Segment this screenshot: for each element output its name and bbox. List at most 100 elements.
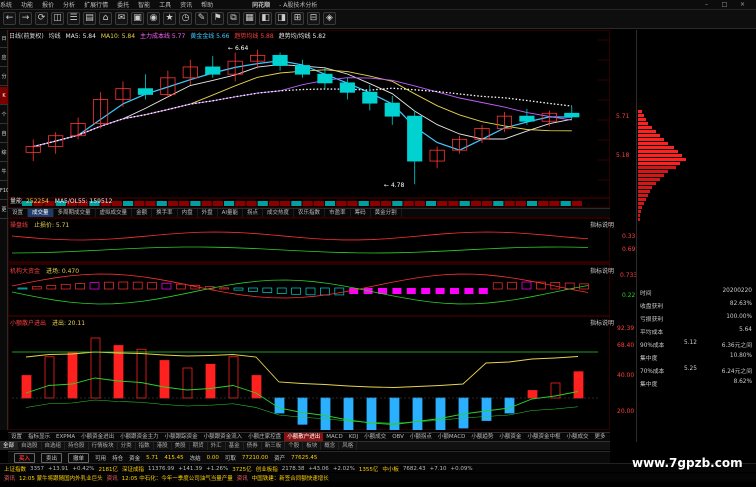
side-tab-2[interactable]: 分时图 bbox=[0, 68, 8, 86]
bottom-tab-10[interactable]: KDJ bbox=[346, 433, 361, 441]
toolbar-button-9[interactable]: ◉ bbox=[147, 12, 160, 25]
ticker-name-3[interactable]: 中小板 bbox=[382, 465, 399, 473]
sheet-tab-5[interactable]: 分类 bbox=[118, 442, 136, 450]
sheet-tab-8[interactable]: 美股 bbox=[172, 442, 190, 450]
panel4-help[interactable]: 指标说明 bbox=[590, 318, 614, 327]
news-item-2[interactable]: 中国铁建：新签合同额快速增长 bbox=[252, 474, 329, 482]
ticker-name-1[interactable]: 深证成指 bbox=[122, 465, 144, 473]
menu-item-3[interactable]: 分析 bbox=[63, 0, 75, 9]
bottom-tab-19[interactable]: 更多 bbox=[591, 433, 608, 441]
indicator-tab-0[interactable]: 设置 bbox=[8, 209, 29, 217]
toolbar-button-6[interactable]: ⌂ bbox=[99, 12, 112, 25]
menu-item-0[interactable]: 系统 bbox=[0, 0, 12, 9]
toolbar-button-12[interactable]: ✎ bbox=[195, 12, 208, 25]
indicator-tab-11[interactable]: 农乐指数 bbox=[294, 209, 326, 217]
side-tab-7[interactable]: 牛叉诊股 bbox=[0, 163, 8, 181]
menu-item-4[interactable]: 扩展行情 bbox=[84, 0, 108, 9]
indicator-tab-4[interactable]: 金额 bbox=[132, 209, 153, 217]
menu-item-1[interactable]: 功能 bbox=[21, 0, 33, 9]
sheet-tab-6[interactable]: 指数 bbox=[136, 442, 154, 450]
news-item-0[interactable]: 12:05 蒙牛将跟随国内外乳业巨头 bbox=[19, 474, 103, 482]
toolbar-button-5[interactable]: ▤ bbox=[83, 12, 96, 25]
toolbar-button-14[interactable]: ⧉ bbox=[227, 12, 240, 25]
side-tab-6[interactable]: 综合排名 bbox=[0, 144, 8, 162]
sheet-tab-16[interactable]: 概念 bbox=[321, 442, 340, 450]
bottom-tab-5[interactable]: 小额跟踪资金 bbox=[162, 433, 201, 441]
close-icon[interactable]: × bbox=[738, 1, 747, 9]
side-tab-3[interactable]: K线图 bbox=[0, 87, 8, 105]
minimize-icon[interactable]: – bbox=[702, 1, 711, 9]
indicator-tab-6[interactable]: 内盘 bbox=[178, 209, 198, 217]
toolbar-button-16[interactable]: ◧ bbox=[259, 12, 272, 25]
sheet-tab-12[interactable]: 债券 bbox=[244, 442, 262, 450]
toolbar-button-10[interactable]: ★ bbox=[163, 12, 176, 25]
toolbar-button-8[interactable]: ▣ bbox=[131, 12, 144, 25]
sheet-tab-11[interactable]: 基金 bbox=[226, 442, 244, 450]
indicator-tab-2[interactable]: 多周期成交量 bbox=[54, 209, 96, 217]
menu-item-2[interactable]: 报价 bbox=[42, 0, 54, 9]
side-tab-5[interactable]: 自选股 bbox=[0, 125, 8, 143]
menu-item-5[interactable]: 委托 bbox=[117, 0, 129, 9]
menu-item-7[interactable]: 工具 bbox=[159, 0, 171, 9]
toolbar-button-0[interactable]: ← bbox=[3, 12, 16, 25]
side-tab-8[interactable]: F10 bbox=[0, 182, 8, 200]
indicator-tab-9[interactable]: 拐点 bbox=[243, 209, 264, 217]
ticker-name-0[interactable]: 上证指数 bbox=[4, 465, 26, 473]
indicator-tab-7[interactable]: 外盘 bbox=[198, 209, 218, 217]
toolbar-button-19[interactable]: ⊟ bbox=[307, 12, 320, 25]
sheet-tab-3[interactable]: 持仓股 bbox=[65, 442, 89, 450]
bottom-tab-15[interactable]: 小额趋势 bbox=[468, 433, 496, 441]
menu-item-8[interactable]: 资讯 bbox=[180, 0, 192, 9]
toolbar-button-4[interactable]: ☰ bbox=[67, 12, 80, 25]
bottom-tab-9[interactable]: MACD bbox=[323, 433, 346, 441]
indicator-tab-13[interactable]: 筹码 bbox=[351, 209, 371, 217]
toolbar-button-7[interactable]: ✉ bbox=[115, 12, 128, 25]
sheet-tab-4[interactable]: 行情板块 bbox=[89, 442, 118, 450]
sheet-tab-15[interactable]: 板块 bbox=[303, 442, 322, 450]
sheet-tab-9[interactable]: 期货 bbox=[190, 442, 208, 450]
indicator-tab-5[interactable]: 换手率 bbox=[152, 209, 178, 217]
bottom-tab-13[interactable]: 小额拐点 bbox=[407, 433, 435, 441]
sheet-tab-2[interactable]: 自选组 bbox=[42, 442, 66, 450]
indicator-tab-1[interactable]: 成交量 bbox=[28, 209, 54, 217]
bottom-tab-0[interactable]: 设置 bbox=[8, 433, 25, 441]
news-item-1[interactable]: 12:05 中石化：今年一季度公司油气当量产量 bbox=[122, 474, 233, 482]
toolbar-button-2[interactable]: ⟳ bbox=[35, 12, 48, 25]
toolbar-button-13[interactable]: ⚑ bbox=[211, 12, 224, 25]
sheet-tab-10[interactable]: 外汇 bbox=[208, 442, 226, 450]
sheet-tab-1[interactable]: 自选股 bbox=[18, 442, 42, 450]
sheet-tab-14[interactable]: 个股 bbox=[285, 442, 304, 450]
side-tab-9[interactable]: 更多 bbox=[0, 201, 8, 219]
side-tab-0[interactable]: 日线 bbox=[0, 30, 8, 48]
maximize-icon[interactable]: □ bbox=[720, 1, 729, 9]
bottom-tab-3[interactable]: 小额资金进出 bbox=[78, 433, 117, 441]
bottom-tab-7[interactable]: 小额庄家控盘 bbox=[245, 433, 284, 441]
menu-item-6[interactable]: 智能 bbox=[138, 0, 150, 9]
bottom-tab-16[interactable]: 小额资金 bbox=[496, 433, 524, 441]
panel3-help[interactable]: 指标说明 bbox=[590, 266, 614, 275]
bottom-tab-1[interactable]: 指标显示 bbox=[25, 433, 53, 441]
bottom-tab-11[interactable]: 小额成交 bbox=[361, 433, 389, 441]
bottom-tab-18[interactable]: 小额成交 bbox=[563, 433, 591, 441]
sheet-tab-7[interactable]: 港股 bbox=[154, 442, 172, 450]
trade-item-2[interactable]: 撤单 bbox=[68, 452, 90, 463]
menu-item-9[interactable]: 帮助 bbox=[201, 0, 213, 9]
toolbar-button-20[interactable]: ◈ bbox=[323, 12, 336, 25]
sheet-tab-17[interactable]: 风格 bbox=[339, 442, 358, 450]
side-tab-1[interactable]: 应用 bbox=[0, 49, 8, 67]
side-tab-4[interactable]: 个股资料 bbox=[0, 106, 8, 124]
bottom-tab-8[interactable]: 小额散户进出 bbox=[284, 433, 324, 441]
sheet-tab-13[interactable]: 新三板 bbox=[262, 442, 286, 450]
indicator-tab-3[interactable]: 虚拟成交量 bbox=[96, 209, 133, 217]
bottom-tab-12[interactable]: OBV bbox=[389, 433, 407, 441]
indicator-tab-12[interactable]: 市盈率 bbox=[325, 209, 351, 217]
bottom-tab-2[interactable]: EXPMA bbox=[53, 433, 78, 441]
trade-item-1[interactable]: 卖出 bbox=[41, 452, 63, 463]
toolbar-button-11[interactable]: ◷ bbox=[179, 12, 192, 25]
panel2-help[interactable]: 指标说明 bbox=[590, 220, 614, 229]
bottom-tab-17[interactable]: 小额资金中枢 bbox=[524, 433, 563, 441]
trade-item-0[interactable]: 买入 bbox=[14, 452, 36, 463]
sheet-tab-0[interactable]: 全部 bbox=[0, 442, 19, 450]
indicator-tab-8[interactable]: AI量能 bbox=[218, 209, 244, 217]
bottom-tab-6[interactable]: 小额跟资金流入 bbox=[201, 433, 246, 441]
